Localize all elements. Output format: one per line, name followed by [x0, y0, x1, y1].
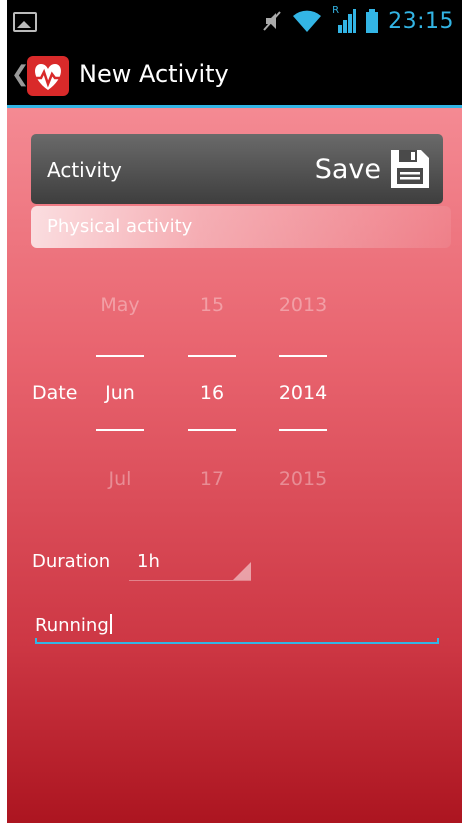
status-clock: 23:15 [388, 8, 454, 34]
date-label: Date [32, 382, 78, 404]
wifi-icon [293, 10, 322, 32]
duration-value: 1h [137, 551, 160, 572]
field-underline-right-tick [437, 638, 439, 644]
activity-header-label: Activity [47, 158, 122, 182]
mute-icon [263, 11, 281, 31]
day-picker[interactable]: 15 16 17 [182, 288, 242, 498]
spinner-arrow-icon [233, 562, 251, 580]
month-next[interactable]: Jul [90, 468, 150, 490]
picker-divider [96, 355, 144, 357]
page-title: New Activity [79, 60, 229, 88]
heart-pulse-icon[interactable] [27, 56, 69, 96]
picker-divider [279, 429, 327, 431]
save-button[interactable]: Save [315, 144, 431, 194]
activity-header: Activity Save [31, 134, 443, 204]
activity-form: Activity Save Physical activity Date May… [7, 108, 462, 823]
category-bar: Physical activity [31, 206, 451, 248]
signal-roaming-icon: R [332, 5, 357, 33]
activity-name-field[interactable]: Running [35, 608, 439, 644]
save-button-label: Save [314, 153, 381, 185]
battery-icon [366, 9, 379, 33]
field-underline-left-tick [35, 638, 37, 644]
floppy-disk-icon [391, 150, 429, 188]
activity-name-value: Running [35, 614, 112, 636]
month-prev[interactable]: May [90, 294, 150, 316]
year-picker[interactable]: 2013 2014 2015 [273, 288, 333, 498]
picker-divider [188, 429, 236, 431]
duration-spinner[interactable]: 1h [129, 544, 251, 581]
duration-label: Duration [32, 551, 111, 572]
picker-divider [188, 355, 236, 357]
picker-divider [279, 355, 327, 357]
field-underline [35, 642, 439, 644]
day-current[interactable]: 16 [182, 382, 242, 404]
status-bar: R 23:15 [7, 0, 462, 42]
year-next[interactable]: 2015 [273, 468, 333, 490]
picker-divider [96, 429, 144, 431]
text-cursor [109, 614, 112, 634]
year-prev[interactable]: 2013 [273, 294, 333, 316]
category-label: Physical activity [47, 216, 193, 237]
month-current[interactable]: Jun [90, 382, 150, 404]
gallery-icon [13, 12, 37, 32]
year-current[interactable]: 2014 [273, 382, 333, 404]
month-picker[interactable]: May Jun Jul [90, 288, 150, 498]
screen: R 23:15 ❮ New Activity Activity Save Phy… [7, 0, 462, 823]
day-prev[interactable]: 15 [182, 294, 242, 316]
status-icons: R 23:15 [262, 5, 454, 36]
day-next[interactable]: 17 [182, 468, 242, 490]
action-bar: ❮ New Activity [7, 42, 462, 108]
